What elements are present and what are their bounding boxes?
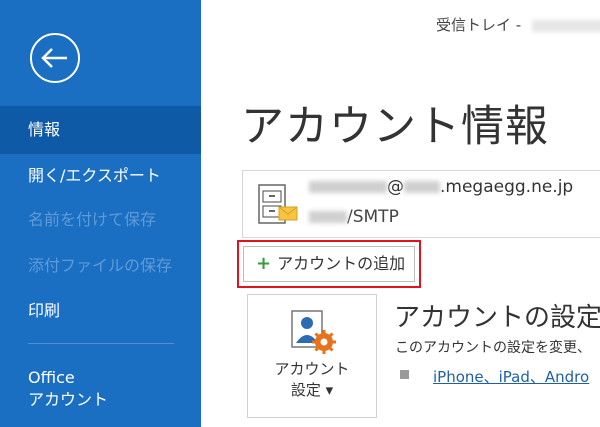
account-email: @ .megaegg.ne.jp bbox=[309, 177, 573, 197]
account-protocol: /SMTP bbox=[309, 207, 399, 227]
account-settings-icon bbox=[291, 310, 336, 354]
account-settings-description: このアカウントの設定を変更、 bbox=[395, 340, 591, 356]
mail-cabinet-icon bbox=[258, 184, 298, 224]
redacted-email-user bbox=[309, 181, 387, 193]
account-settings-line1: アカウント bbox=[274, 360, 350, 378]
nav-item-office-account[interactable]: Office アカウント bbox=[28, 367, 108, 411]
redacted-protocol bbox=[309, 211, 347, 223]
nav-item-open-export[interactable]: 開く/エクスポート bbox=[0, 152, 201, 200]
plus-icon: + bbox=[256, 253, 272, 274]
account-protocol-suffix: /SMTP bbox=[347, 207, 399, 227]
main-content: 受信トレイ - アカウント情報 @ .megaegg.ne.jp /SMTP + ア… bbox=[201, 0, 600, 427]
account-email-at: @ bbox=[387, 177, 404, 197]
account-settings-label: アカウント 設定 ▾ bbox=[248, 359, 376, 401]
window-title: 受信トレイ - bbox=[436, 14, 600, 35]
redacted-account-name bbox=[531, 19, 600, 32]
add-account-button[interactable]: + アカウントの追加 bbox=[243, 246, 415, 282]
account-settings-button[interactable]: アカウント 設定 ▾ bbox=[247, 294, 377, 418]
nav-item-info[interactable]: 情報 bbox=[0, 106, 201, 154]
page-title: アカウント情報 bbox=[241, 102, 549, 152]
backstage-sidebar: 情報 開く/エクスポート 名前を付けて保存 添付ファイルの保存 印刷 Offic… bbox=[0, 0, 201, 427]
window-title-text: 受信トレイ - bbox=[436, 16, 522, 34]
redacted-email-subdomain bbox=[404, 181, 440, 193]
account-selector[interactable]: @ .megaegg.ne.jp /SMTP bbox=[242, 170, 600, 238]
nav-item-print[interactable]: 印刷 bbox=[0, 287, 201, 335]
office-account-line1: Office bbox=[28, 368, 75, 387]
back-button[interactable] bbox=[30, 33, 80, 83]
add-account-label: アカウントの追加 bbox=[277, 254, 406, 273]
nav-item-save-attachments[interactable]: 添付ファイルの保存 bbox=[0, 242, 201, 290]
office-account-line2: アカウント bbox=[28, 390, 109, 409]
add-account-highlight: + アカウントの追加 bbox=[237, 240, 421, 288]
account-settings-heading: アカウントの設定 bbox=[394, 303, 600, 333]
account-settings-line2: 設定 ▾ bbox=[290, 381, 334, 399]
sidebar-divider bbox=[28, 343, 174, 344]
bullet-icon bbox=[400, 370, 409, 379]
account-email-suffix: .megaegg.ne.jp bbox=[440, 177, 574, 197]
back-arrow-icon bbox=[41, 48, 67, 68]
nav-item-save-as[interactable]: 名前を付けて保存 bbox=[0, 196, 201, 244]
device-setup-link[interactable]: iPhone、iPad、Andro bbox=[433, 366, 589, 387]
